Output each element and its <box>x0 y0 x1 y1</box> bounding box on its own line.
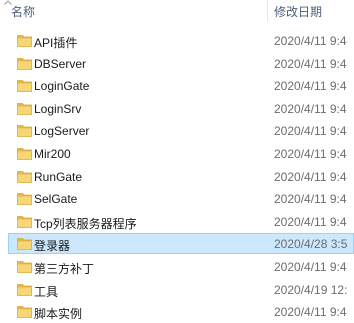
file-date-modified: 2020/4/11 9:4 <box>274 102 347 116</box>
file-date-modified: 2020/4/11 9:4 <box>274 57 347 71</box>
file-list-row[interactable]: Tcp列表服务器程序 2020/4/11 9:4 <box>0 211 354 233</box>
folder-icon <box>17 238 32 250</box>
folder-icon <box>17 58 32 70</box>
file-list-row[interactable]: 登录器 2020/4/28 3:5 <box>0 233 354 255</box>
folder-icon <box>17 103 32 115</box>
file-date-modified: 2020/4/11 9:4 <box>274 124 347 138</box>
file-list-row[interactable]: SelGate 2020/4/11 9:4 <box>0 188 354 210</box>
folder-icon <box>17 148 32 160</box>
file-name: API插件 <box>34 36 78 50</box>
column-header-name[interactable]: 名称 <box>11 3 35 20</box>
file-date-modified: 2020/4/28 3:5 <box>274 237 348 251</box>
file-name: LoginSrv <box>34 102 82 116</box>
folder-icon <box>17 193 32 205</box>
file-date-modified: 2020/4/19 12: <box>274 283 348 297</box>
file-list-row[interactable]: LogServer 2020/4/11 9:4 <box>0 120 354 142</box>
file-list-row[interactable]: API插件 2020/4/11 9:4 <box>0 30 354 52</box>
folder-icon <box>17 171 32 183</box>
file-name: SelGate <box>34 192 78 206</box>
file-name: LogServer <box>34 124 90 138</box>
file-name: RunGate <box>34 170 83 184</box>
folder-icon <box>17 284 32 296</box>
file-name: 第三方补丁 <box>34 262 95 276</box>
file-list-row[interactable]: 第三方补丁 2020/4/11 9:4 <box>0 256 354 278</box>
file-name: Mir200 <box>34 147 71 161</box>
file-name: 脚本实例 <box>34 307 83 321</box>
file-name: Tcp列表服务器程序 <box>34 217 137 231</box>
file-name: 登录器 <box>34 239 71 253</box>
file-name: 工具 <box>34 285 59 299</box>
file-list-row[interactable]: LoginGate 2020/4/11 9:4 <box>0 75 354 97</box>
file-date-modified: 2020/4/11 9:4 <box>274 79 347 93</box>
file-date-modified: 2020/4/11 9:4 <box>274 170 347 184</box>
column-header-date-modified[interactable]: 修改日期 <box>274 3 322 20</box>
folder-icon <box>17 261 32 273</box>
file-date-modified: 2020/4/11 9:4 <box>274 147 347 161</box>
file-date-modified: 2020/4/11 9:4 <box>274 34 347 48</box>
file-date-modified: 2020/4/11 9:4 <box>274 215 347 229</box>
file-list-row[interactable]: Mir200 2020/4/11 9:4 <box>0 143 354 165</box>
folder-icon <box>17 35 32 47</box>
file-date-modified: 2020/4/11 9:4 <box>274 260 347 274</box>
folder-icon <box>17 125 32 137</box>
file-name: LoginGate <box>34 79 90 93</box>
file-list-row[interactable]: 工具 2020/4/19 12: <box>0 279 354 301</box>
file-list-row[interactable]: DBServer 2020/4/11 9:4 <box>0 53 354 75</box>
column-divider[interactable] <box>267 0 268 21</box>
folder-icon <box>17 216 32 228</box>
folder-icon <box>17 306 32 318</box>
file-name: DBServer <box>34 57 87 71</box>
column-header: 名称 修改日期 <box>0 0 354 21</box>
folder-icon <box>17 80 32 92</box>
file-date-modified: 2020/4/11 9:4 <box>274 192 347 206</box>
file-list-row[interactable]: LoginSrv 2020/4/11 9:4 <box>0 98 354 120</box>
file-date-modified: 2020/4/11 9:4 <box>274 305 347 319</box>
file-list-row[interactable]: 脚本实例 2020/4/11 9:4 <box>0 301 354 323</box>
file-list-row[interactable]: RunGate 2020/4/11 9:4 <box>0 166 354 188</box>
